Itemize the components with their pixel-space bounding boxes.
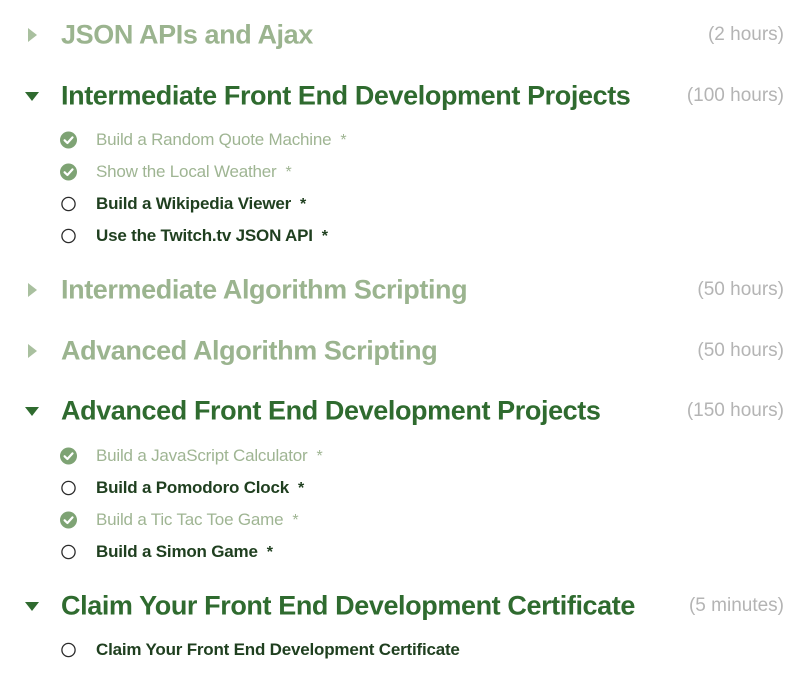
- caret-right-icon[interactable]: [24, 282, 40, 298]
- challenge-label: Build a Simon Game *: [96, 542, 273, 561]
- section-title: Intermediate Algorithm Scripting: [61, 274, 468, 305]
- challenge-item[interactable]: Build a Tic Tac Toe Game *: [0, 506, 800, 534]
- required-star: *: [316, 448, 323, 465]
- section-hours: (50 hours): [697, 340, 784, 361]
- caret-down-icon[interactable]: [24, 403, 40, 419]
- challenge-item[interactable]: Show the Local Weather *: [0, 158, 800, 186]
- challenge-item[interactable]: Build a JavaScript Calculator *: [0, 442, 800, 470]
- empty-circle-icon: [60, 228, 77, 245]
- required-star: *: [298, 480, 305, 497]
- caret-down-icon[interactable]: [24, 88, 40, 104]
- check-circle-icon: [60, 447, 77, 465]
- section-header[interactable]: Intermediate Algorithm Scripting (50 hou…: [0, 265, 800, 315]
- empty-circle-icon: [60, 544, 77, 561]
- caret-down-icon[interactable]: [24, 598, 40, 614]
- section-hours: (50 hours): [697, 279, 784, 300]
- section-title: JSON APIs and Ajax: [61, 19, 313, 50]
- section-intermediate-front-end-projects: Intermediate Front End Development Proje…: [0, 71, 800, 121]
- required-star: *: [292, 512, 299, 529]
- section-header[interactable]: Advanced Front End Development Projects …: [0, 386, 800, 436]
- challenge-item[interactable]: Build a Simon Game *: [0, 538, 800, 566]
- section-header[interactable]: Claim Your Front End Development Certifi…: [0, 581, 800, 631]
- challenge-label: Claim Your Front End Development Certifi…: [96, 640, 460, 659]
- section-advanced-front-end-projects: Advanced Front End Development Projects …: [0, 386, 800, 436]
- check-circle-icon: [60, 511, 77, 529]
- caret-right-icon[interactable]: [24, 343, 40, 359]
- empty-circle-icon: [60, 480, 77, 497]
- section-header[interactable]: JSON APIs and Ajax (2 hours): [0, 10, 800, 60]
- challenge-label: Build a Pomodoro Clock *: [96, 478, 305, 497]
- section-hours: (100 hours): [686, 85, 784, 106]
- required-star: *: [340, 132, 347, 149]
- section-hours: (150 hours): [686, 400, 784, 421]
- curriculum-list: JSON APIs and Ajax (2 hours) Intermediat…: [0, 0, 800, 683]
- section-title: Intermediate Front End Development Proje…: [61, 80, 631, 111]
- section-intermediate-algorithm-scripting: Intermediate Algorithm Scripting (50 hou…: [0, 265, 800, 315]
- check-circle-icon: [60, 163, 77, 181]
- section-header[interactable]: Intermediate Front End Development Proje…: [0, 71, 800, 121]
- challenge-item[interactable]: Build a Pomodoro Clock *: [0, 474, 800, 502]
- challenge-item[interactable]: Build a Random Quote Machine *: [0, 126, 800, 154]
- section-hours: (5 minutes): [688, 595, 784, 616]
- section-advanced-algorithm-scripting: Advanced Algorithm Scripting (50 hours): [0, 326, 800, 376]
- challenge-label: Use the Twitch.tv JSON API *: [96, 226, 328, 245]
- section-title: Claim Your Front End Development Certifi…: [61, 590, 636, 621]
- section-claim-certificate: Claim Your Front End Development Certifi…: [0, 581, 800, 631]
- section-header[interactable]: Advanced Algorithm Scripting (50 hours): [0, 326, 800, 376]
- challenge-label: Build a Wikipedia Viewer *: [96, 194, 307, 213]
- section-title: Advanced Front End Development Projects: [61, 395, 601, 426]
- challenge-item[interactable]: Claim Your Front End Development Certifi…: [0, 636, 800, 664]
- challenge-label: Build a Tic Tac Toe Game *: [96, 510, 299, 529]
- challenge-label: Build a JavaScript Calculator *: [96, 446, 323, 465]
- section-hours: (2 hours): [707, 24, 784, 45]
- challenge-item[interactable]: Build a Wikipedia Viewer *: [0, 190, 800, 218]
- required-star: *: [285, 164, 292, 181]
- caret-right-icon[interactable]: [24, 27, 40, 43]
- section-json-apis-and-ajax: JSON APIs and Ajax (2 hours): [0, 10, 800, 60]
- challenge-label: Show the Local Weather *: [96, 162, 292, 181]
- required-star: *: [321, 228, 328, 245]
- required-star: *: [266, 544, 273, 561]
- section-title: Advanced Algorithm Scripting: [61, 335, 438, 366]
- challenge-label: Build a Random Quote Machine *: [96, 130, 347, 149]
- empty-circle-icon: [60, 642, 77, 659]
- required-star: *: [300, 196, 307, 213]
- check-circle-icon: [60, 131, 77, 149]
- challenge-item[interactable]: Use the Twitch.tv JSON API *: [0, 222, 800, 250]
- empty-circle-icon: [60, 196, 77, 213]
